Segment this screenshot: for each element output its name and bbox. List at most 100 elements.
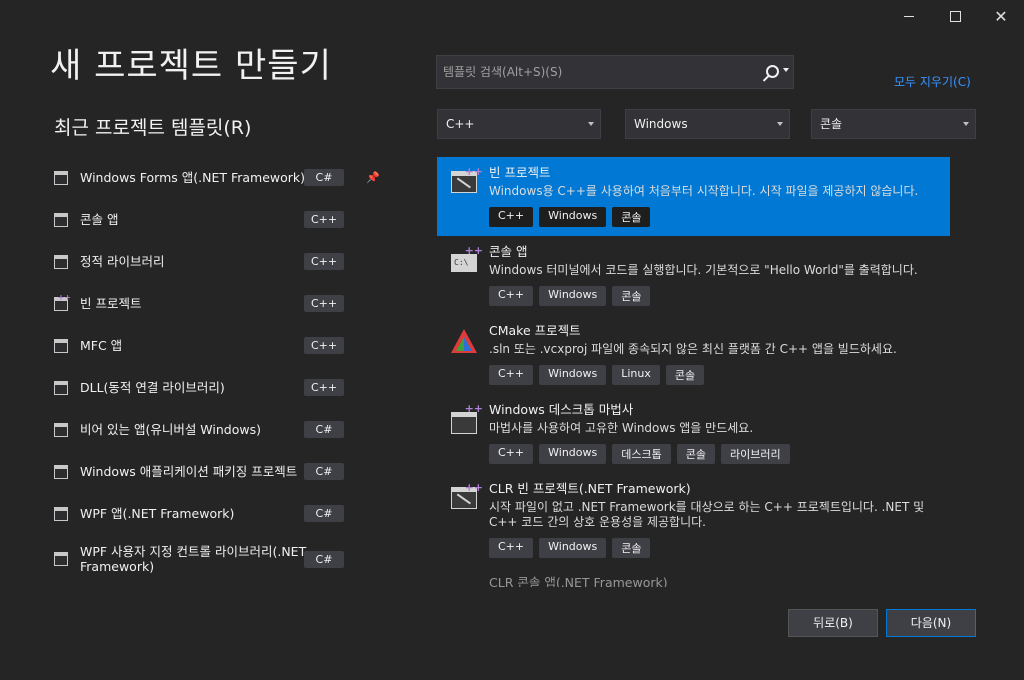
static-library-icon xyxy=(54,254,68,269)
template-name: 빈 프로젝트 xyxy=(489,165,551,180)
template-name: Windows 데스크톱 마법사 xyxy=(489,402,634,417)
minimize-button[interactable] xyxy=(886,0,932,32)
console-app-icon xyxy=(54,212,68,227)
recent-templates-heading: 최근 프로젝트 템플릿(R) xyxy=(54,117,252,139)
project-type-filter-value: 콘솔 xyxy=(820,117,843,131)
page-title: 새 프로젝트 만들기 xyxy=(50,46,332,86)
template-tags: C++ Windows Linux 콘솔 xyxy=(489,365,950,385)
search-icon[interactable] xyxy=(766,65,779,78)
search-input[interactable] xyxy=(437,56,767,88)
console-app-icon: C:\ ++ xyxy=(451,244,483,274)
language-badge: C++ xyxy=(304,379,344,396)
back-button[interactable]: 뒤로(B) xyxy=(788,609,878,637)
tag: 콘솔 xyxy=(612,286,651,306)
template-item[interactable]: CLR 콘솔 앱(.NET Framework) xyxy=(437,567,950,587)
template-item[interactable]: ++ CLR 빈 프로젝트(.NET Framework) 시작 파일이 없고 … xyxy=(437,473,950,567)
template-description: Windows 터미널에서 코드를 실행합니다. 기본적으로 "Hello Wo… xyxy=(489,263,918,277)
pin-icon[interactable]: 📌 xyxy=(366,171,380,184)
tag: C++ xyxy=(489,207,534,227)
platform-filter[interactable]: Windows xyxy=(625,109,790,139)
template-description: .sln 또는 .vcxproj 파일에 종속되지 않은 최신 플랫폼 간 C+… xyxy=(489,342,897,356)
clr-empty-project-icon: ++ xyxy=(451,481,483,511)
template-name: CMake 프로젝트 xyxy=(489,323,581,338)
recent-item-name: Windows Forms 앱(.NET Framework) xyxy=(80,170,306,185)
template-tags: C++ Windows 콘솔 xyxy=(489,538,950,558)
template-item[interactable]: ++ Windows 데스크톱 마법사 마법사를 사용하여 고유한 Window… xyxy=(437,394,950,473)
template-item[interactable]: C:\ ++ 콘솔 앱 Windows 터미널에서 코드를 실행합니다. 기본적으… xyxy=(437,236,950,315)
recent-item-name: WPF 사용자 지정 컨트롤 라이브러리(.NET Framework) xyxy=(80,544,307,574)
recent-item[interactable]: Windows Forms 앱(.NET Framework) C# 📌 xyxy=(54,169,380,186)
empty-project-icon: ++ xyxy=(54,293,71,311)
wpf-control-library-icon xyxy=(54,552,68,566)
recent-item-name: WPF 앱(.NET Framework) xyxy=(80,506,235,521)
uwp-app-icon xyxy=(54,422,68,437)
tag: C++ xyxy=(489,365,534,385)
template-item[interactable]: CMake 프로젝트 .sln 또는 .vcxproj 파일에 종속되지 않은 … xyxy=(437,315,950,394)
tag: Windows xyxy=(539,538,607,558)
language-badge: C++ xyxy=(304,337,344,354)
tag: 콘솔 xyxy=(612,538,651,558)
tag: 콘솔 xyxy=(665,365,705,385)
mfc-app-icon xyxy=(54,338,68,353)
winforms-icon xyxy=(54,170,68,185)
desktop-wizard-icon: ++ xyxy=(451,402,483,434)
wpf-app-icon xyxy=(54,506,68,521)
maximize-button[interactable] xyxy=(932,0,978,32)
recent-item[interactable]: WPF 사용자 지정 컨트롤 라이브러리(.NET Framework) C# xyxy=(54,544,354,574)
template-name: CLR 콘솔 앱(.NET Framework) xyxy=(489,575,668,587)
recent-item[interactable]: 콘솔 앱 C++ xyxy=(54,211,354,228)
tag: Linux xyxy=(612,365,660,385)
template-tags: C++ Windows 콘솔 xyxy=(489,286,950,306)
recent-item[interactable]: 정적 라이브러리 C++ xyxy=(54,253,354,270)
recent-item[interactable]: Windows 애플리케이션 패키징 프로젝트 C# xyxy=(54,463,354,480)
recent-item-name: 콘솔 앱 xyxy=(80,212,119,227)
recent-item[interactable]: WPF 앱(.NET Framework) C# xyxy=(54,505,354,522)
close-button[interactable]: ✕ xyxy=(978,0,1024,32)
tag: Windows xyxy=(539,207,607,227)
next-button[interactable]: 다음(N) xyxy=(886,609,976,637)
recent-item-name: MFC 앱 xyxy=(80,338,123,353)
language-badge: C# xyxy=(304,421,344,438)
recent-item[interactable]: ++ 빈 프로젝트 C++ xyxy=(54,293,354,312)
language-badge: C++ xyxy=(304,295,344,312)
project-type-filter[interactable]: 콘솔 xyxy=(811,109,976,139)
dll-icon xyxy=(54,380,68,395)
template-tags: C++ Windows 데스크톱 콘솔 라이브러리 xyxy=(489,444,950,464)
language-filter-value: C++ xyxy=(446,117,475,131)
language-badge: C# xyxy=(304,169,344,186)
language-badge: C++ xyxy=(304,211,344,228)
template-tags: C++ Windows 콘솔 xyxy=(489,207,950,227)
recent-item-name: 빈 프로젝트 xyxy=(80,296,142,311)
tag: Windows xyxy=(539,444,607,464)
template-description: Windows용 C++를 사용하여 처음부터 시작합니다. 시작 파일을 제공… xyxy=(489,184,919,198)
recent-item[interactable]: 비어 있는 앱(유니버설 Windows) C# xyxy=(54,421,354,438)
template-description: 시작 파일이 없고 .NET Framework를 대상으로 하는 C++ 프로… xyxy=(489,500,925,529)
tag: 라이브러리 xyxy=(720,444,790,464)
template-name: 콘솔 앱 xyxy=(489,244,528,259)
recent-item-name: 비어 있는 앱(유니버설 Windows) xyxy=(80,422,261,437)
recent-item[interactable]: MFC 앱 C++ xyxy=(54,337,354,354)
tag: C++ xyxy=(489,538,534,558)
recent-item-name: Windows 애플리케이션 패키징 프로젝트 xyxy=(80,464,298,479)
language-badge: C++ xyxy=(304,253,344,270)
cmake-icon xyxy=(451,329,479,353)
template-search-box xyxy=(436,55,794,89)
recent-item-name: 정적 라이브러리 xyxy=(80,254,165,269)
template-name: CLR 빈 프로젝트(.NET Framework) xyxy=(489,481,691,496)
window-controls: ✕ xyxy=(886,0,1024,32)
language-filter[interactable]: C++ xyxy=(437,109,601,139)
template-item[interactable]: ++ 빈 프로젝트 Windows용 C++를 사용하여 처음부터 시작합니다.… xyxy=(437,157,950,236)
tag: 콘솔 xyxy=(612,207,651,227)
recent-item[interactable]: DLL(동적 연결 라이브러리) C++ xyxy=(54,379,354,396)
recent-item-name: DLL(동적 연결 라이브러리) xyxy=(80,380,225,395)
clr-console-app-icon xyxy=(451,581,479,587)
chevron-down-icon xyxy=(963,122,969,126)
chevron-down-icon[interactable] xyxy=(783,68,789,72)
tag: C++ xyxy=(489,444,534,464)
platform-filter-value: Windows xyxy=(634,117,688,131)
template-list: ++ 빈 프로젝트 Windows용 C++를 사용하여 처음부터 시작합니다.… xyxy=(437,157,950,587)
clear-all-link[interactable]: 모두 지우기(C) xyxy=(894,73,971,90)
language-badge: C# xyxy=(304,505,344,522)
chevron-down-icon xyxy=(777,122,783,126)
packaging-project-icon xyxy=(54,464,68,479)
